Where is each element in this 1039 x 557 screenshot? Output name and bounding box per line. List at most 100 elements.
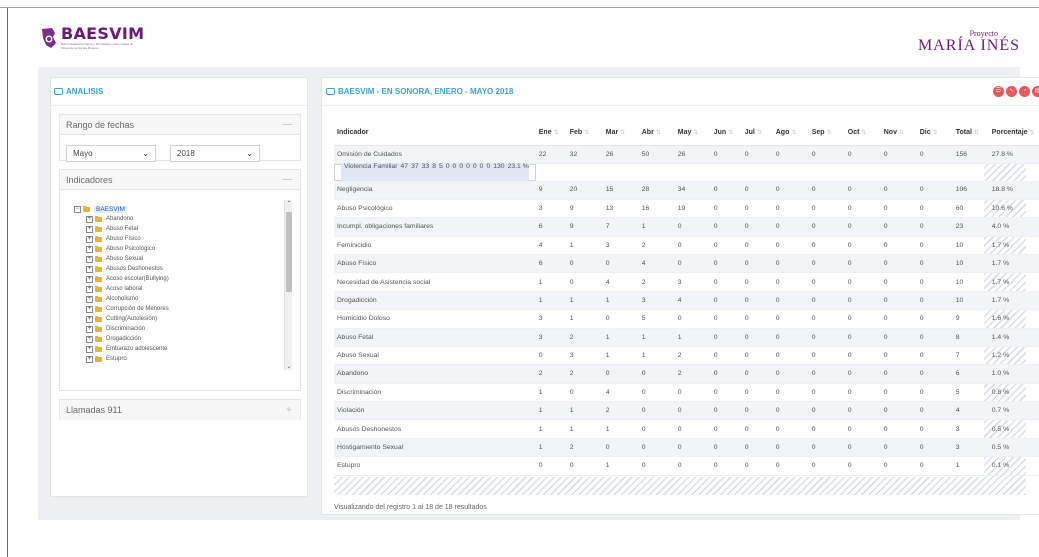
value-cell: 0 <box>808 199 845 219</box>
column-header[interactable]: Oct ⇅ <box>844 120 881 146</box>
calls-header[interactable]: Llamadas 911 + <box>60 400 300 420</box>
table-row[interactable]: Omisión de Cuidados 22 32 26 50 26 0 0 0 0 0 0 0 156 2… <box>334 145 1039 164</box>
table-row[interactable]: Abusos Deshonestos 1 1 1 0 0 0 0 0 0 0 0 0 3 0.5 % <box>334 419 1039 439</box>
sort-icon[interactable]: ⇅ <box>1030 130 1035 136</box>
column-header[interactable]: Sep ⇅ <box>808 120 845 146</box>
line-chart-icon[interactable]: ∿ <box>1006 86 1017 97</box>
tree-item[interactable]: + Acoso laboral <box>74 284 254 294</box>
table-row[interactable]: Homicidio Doloso 3 1 0 5 0 0 0 0 0 0 0 0 9 1.6 % <box>334 309 1039 329</box>
table-row[interactable]: Discriminación 1 0 4 0 0 0 0 0 0 0 0 0 5 0.8 % <box>334 383 1039 403</box>
tree-item[interactable]: + Abuso Físico <box>74 234 254 244</box>
date-range-header[interactable]: Rango de fechas — <box>60 115 300 135</box>
tree-item[interactable]: + Discriminación <box>74 324 254 334</box>
column-header[interactable]: Feb ⇅ <box>566 120 603 146</box>
scroll-down-icon[interactable]: ⌄ <box>285 363 293 370</box>
value-cell: 1 <box>602 291 639 311</box>
sort-icon[interactable]: ⇅ <box>554 130 559 136</box>
expand-node-icon[interactable]: + <box>86 295 93 303</box>
tree-item[interactable]: + Abandono <box>74 214 254 224</box>
sort-icon[interactable]: ⇅ <box>861 130 866 136</box>
column-header[interactable]: Jul ⇅ <box>741 120 773 146</box>
column-header[interactable]: Dic ⇅ <box>916 120 953 146</box>
table-row[interactable]: Abuso Sexual 0 3 1 1 2 0 0 0 0 0 0 0 7 1.2 % <box>334 346 1039 366</box>
table-row[interactable]: Abuso Físico 6 0 0 4 0 0 0 0 0 0 0 0 10 1.7 % <box>334 254 1039 274</box>
column-header[interactable]: Ago ⇅ <box>772 120 809 146</box>
tree-item[interactable]: + Estupro <box>74 354 254 364</box>
table-view-icon[interactable]: ☰ <box>993 86 1004 97</box>
sort-icon[interactable]: ⇅ <box>791 130 796 136</box>
tree-scrollbar[interactable]: ⌃ ⌄ <box>284 200 292 370</box>
expand-node-icon[interactable]: + <box>86 265 93 273</box>
collapse-icon[interactable]: — <box>282 119 292 130</box>
scrollbar-thumb[interactable] <box>286 212 292 292</box>
tree-item[interactable]: + Alcoholismo <box>74 294 254 304</box>
table-row[interactable]: Abuso Fetal 3 2 1 1 1 0 0 0 0 0 0 0 8 1.4 % <box>334 328 1039 347</box>
column-header[interactable]: Ene ⇅ <box>535 120 567 146</box>
expand-node-icon[interactable]: + <box>86 245 93 253</box>
indicators-header[interactable]: Indicadores — <box>60 170 300 190</box>
export-icon[interactable]: ▤ <box>1032 86 1039 97</box>
month-select[interactable]: Mayo ⌄ <box>66 145 156 162</box>
expand-node-icon[interactable]: + <box>86 275 93 283</box>
table-row[interactable]: Violación 1 1 2 0 0 0 0 0 0 0 0 0 4 0.7 % <box>334 401 1039 421</box>
value-cell: 0 <box>710 419 742 439</box>
expand-node-icon[interactable]: + <box>86 225 93 233</box>
column-header[interactable]: Indicador <box>334 120 536 146</box>
tree-item[interactable]: + Drogadicción <box>74 334 254 344</box>
expand-node-icon[interactable]: + <box>86 315 93 323</box>
tree-item[interactable]: + Abuso Fetal <box>74 224 254 234</box>
scroll-up-icon[interactable]: ⌃ <box>285 200 293 207</box>
expand-node-icon[interactable]: + <box>86 255 93 263</box>
table-row[interactable]: Necesidad de Asistencia social 1 0 4 2 3 0 0 0 0 0… <box>334 272 1039 292</box>
table-row[interactable]: Estupro 0 0 1 0 0 0 0 0 0 0 0 0 1 0.1 % <box>334 456 1039 476</box>
expand-icon[interactable]: + <box>286 405 292 416</box>
expand-node-icon[interactable]: + <box>86 215 93 223</box>
table-row[interactable]: Drogadicción 1 1 1 3 4 0 0 0 0 0 0 0 10 1.7 % <box>334 291 1039 311</box>
table-row[interactable]: Incumpl. obligaciones familiares 6 9 7 1 0 0 0 0… <box>334 217 1039 237</box>
expand-node-icon[interactable]: + <box>86 235 93 243</box>
tree-item[interactable]: + Cutting(Autolesión) <box>74 314 254 324</box>
column-header[interactable]: Nov ⇅ <box>880 120 917 146</box>
table-row[interactable]: Violencia Familiar 47 37 33 8 5 0 0 0 0 0 0 0 130 23.1… <box>334 163 536 182</box>
column-header[interactable]: Mar ⇅ <box>602 120 639 146</box>
column-header[interactable]: May ⇅ <box>674 120 711 146</box>
sort-icon[interactable]: ⇅ <box>584 130 589 136</box>
baesvim-logo[interactable]: BAESVIM Banco Estatal de Datos e Informa… <box>40 25 144 51</box>
column-header[interactable]: Porcentaje ⇅ <box>988 120 1039 146</box>
expand-node-icon[interactable]: + <box>86 325 93 333</box>
sort-icon[interactable]: ⇅ <box>933 130 938 136</box>
tree-item[interactable]: + Abusos Deshonestos <box>74 264 254 274</box>
pie-chart-icon[interactable]: ◔ <box>1019 86 1030 97</box>
expand-node-icon[interactable]: + <box>86 305 93 313</box>
collapse-icon[interactable]: — <box>282 174 292 185</box>
table-row[interactable]: Negligencia 9 20 15 28 34 0 0 0 0 0 0 0 106 18.8 % <box>334 180 1039 200</box>
tree-item[interactable]: + Abuso Sexual <box>74 254 254 264</box>
sort-icon[interactable]: ⇅ <box>974 130 979 136</box>
table-row[interactable]: Feminicidio 4 1 3 2 0 0 0 0 0 0 0 0 10 1.7 % <box>334 236 1039 255</box>
table-row[interactable]: Hostigamiento Sexual 1 2 0 0 0 0 0 0 0 0 0 0 3 0.5 % <box>334 438 1039 458</box>
expand-node-icon[interactable]: + <box>86 335 93 343</box>
tree-item[interactable]: + Abuso Psicológico <box>74 244 254 254</box>
tree-item[interactable]: + Corrupción de Menores <box>74 304 254 314</box>
expand-node-icon[interactable]: + <box>86 345 93 353</box>
collapse-node-icon[interactable]: − <box>74 205 81 213</box>
sort-icon[interactable]: ⇅ <box>827 130 832 136</box>
table-row[interactable]: Abandono 2 2 0 0 2 0 0 0 0 0 0 0 6 1.0 % <box>334 364 1039 384</box>
value-cell: 0 <box>483 163 491 182</box>
expand-node-icon[interactable]: + <box>86 355 93 363</box>
column-header[interactable]: Total ⇅ <box>952 120 989 146</box>
tree-item[interactable]: + Acoso escolar(Bullying) <box>74 274 254 284</box>
sort-icon[interactable]: ⇅ <box>728 130 733 136</box>
sort-icon[interactable]: ⇅ <box>620 130 625 136</box>
sort-icon[interactable]: ⇅ <box>757 130 762 136</box>
expand-node-icon[interactable]: + <box>86 285 93 293</box>
sort-icon[interactable]: ⇅ <box>656 130 661 136</box>
column-header[interactable]: Abr ⇅ <box>638 120 675 146</box>
column-header[interactable]: Jun ⇅ <box>710 120 742 146</box>
sort-icon[interactable]: ⇅ <box>693 130 698 136</box>
sort-icon[interactable]: ⇅ <box>899 130 904 136</box>
year-select[interactable]: 2018 ⌄ <box>170 145 260 162</box>
tree-item[interactable]: + Embarazo adolescente <box>74 344 254 354</box>
tree-root[interactable]: − BAESVIM <box>74 204 254 214</box>
table-row[interactable]: Abuso Psicológico 3 9 13 16 19 0 0 0 0 0 0 0 60 10.6 % <box>334 199 1039 219</box>
